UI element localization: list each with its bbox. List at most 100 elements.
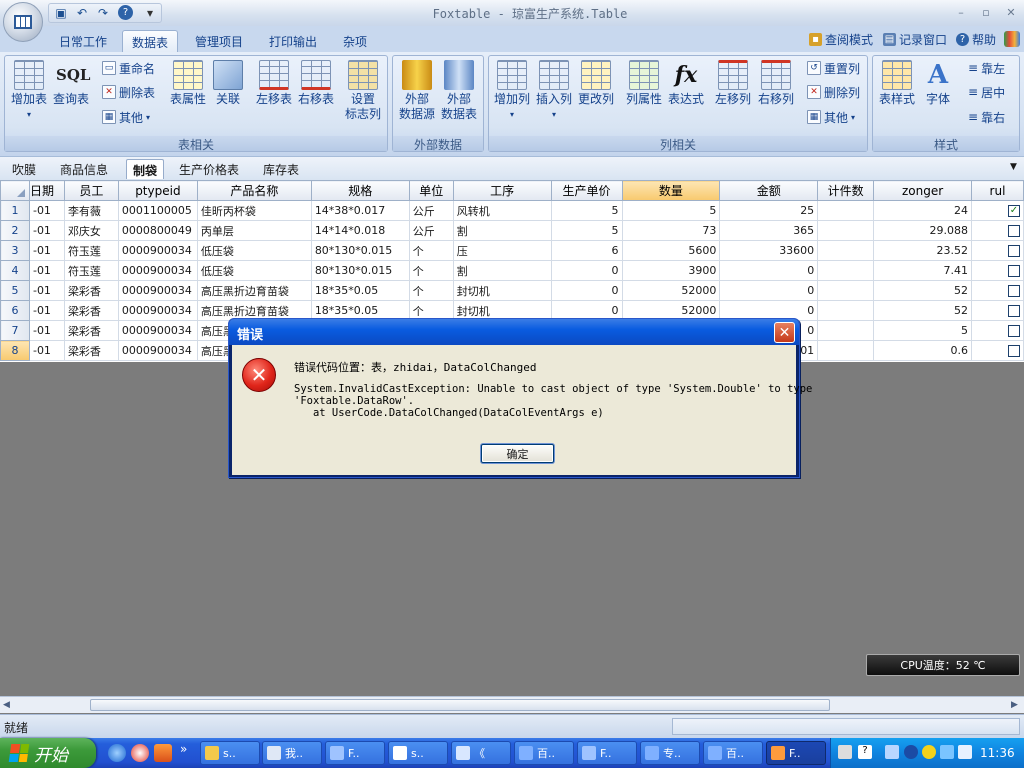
row-number[interactable]: 5 bbox=[0, 280, 30, 301]
align-right-button[interactable]: ≡ 靠右 bbox=[968, 108, 1005, 126]
table-cell[interactable]: 29.088 bbox=[873, 220, 972, 241]
table-cell[interactable]: -01 bbox=[28, 200, 65, 221]
column-header[interactable]: 计件数 bbox=[817, 180, 875, 201]
move-table-right-button[interactable]: 右移表 bbox=[294, 60, 338, 107]
back-icon[interactable] bbox=[904, 745, 918, 759]
row-number[interactable]: 6 bbox=[0, 300, 30, 321]
checkbox-cell[interactable]: ✓ bbox=[970, 200, 1024, 221]
table-cell[interactable]: 公斤 bbox=[408, 200, 454, 221]
table-cell[interactable]: 0000900034 bbox=[117, 300, 198, 321]
table-style-button[interactable]: 表样式 bbox=[875, 60, 919, 107]
table-cell[interactable]: 符玉莲 bbox=[63, 240, 119, 261]
scrollbar-thumb[interactable] bbox=[90, 699, 830, 711]
set-label-column-button[interactable]: 设置 标志列 bbox=[341, 60, 385, 122]
minimize-button[interactable]: – bbox=[950, 3, 972, 21]
checkbox-cell[interactable] bbox=[970, 340, 1024, 361]
row-number[interactable]: 1 bbox=[0, 200, 30, 221]
table-cell[interactable]: 52000 bbox=[621, 280, 721, 301]
table-cell[interactable]: -01 bbox=[28, 320, 65, 341]
table-cell[interactable]: 25 bbox=[719, 200, 819, 221]
restore-button[interactable]: ▫ bbox=[975, 3, 997, 21]
column-header[interactable]: 日期 bbox=[28, 180, 65, 201]
move-column-left-button[interactable]: 左移列 bbox=[711, 60, 755, 107]
network-icon[interactable] bbox=[940, 745, 954, 759]
column-header[interactable]: ptypeid bbox=[117, 180, 198, 201]
table-cell[interactable]: 24 bbox=[873, 200, 972, 221]
row-number[interactable]: 8 bbox=[0, 340, 30, 361]
media-player-icon[interactable] bbox=[131, 744, 149, 762]
undo-icon[interactable]: ↶ bbox=[74, 5, 90, 21]
relation-button[interactable]: 关联 bbox=[206, 60, 250, 107]
table-cell[interactable]: 佳昕丙杯袋 bbox=[196, 200, 312, 221]
table-cell[interactable] bbox=[817, 220, 875, 241]
launch-app-icon[interactable] bbox=[154, 744, 172, 762]
column-header[interactable]: 规格 bbox=[310, 180, 410, 201]
dialog-close-button[interactable]: ✕ bbox=[774, 322, 795, 343]
table-cell[interactable]: 0000900034 bbox=[117, 280, 198, 301]
row-checkbox[interactable]: ✓ bbox=[1008, 205, 1020, 217]
column-header[interactable]: 员工 bbox=[63, 180, 119, 201]
move-table-left-button[interactable]: 左移表 bbox=[252, 60, 296, 107]
app-menu-button[interactable] bbox=[3, 2, 43, 42]
table-row[interactable]: 4 -01 符玉莲 0000900034 低压袋 80*130*0.015 个割 0 3900 0… bbox=[0, 260, 1024, 281]
table-cell[interactable]: 封切机 bbox=[452, 280, 552, 301]
table-cell[interactable]: 梁彩香 bbox=[63, 300, 119, 321]
table-cell[interactable]: 0000900034 bbox=[117, 320, 198, 341]
table-cell[interactable]: 个 bbox=[408, 280, 454, 301]
table-cell[interactable]: 0000900034 bbox=[117, 240, 198, 261]
taskbar-item[interactable]: 《 bbox=[451, 741, 511, 765]
table-cell[interactable]: 压 bbox=[452, 240, 552, 261]
table-cell[interactable]: 梁彩香 bbox=[63, 280, 119, 301]
table-row[interactable]: 1 -01 李有薇 0001100005 佳昕丙杯袋 14*38*0.017 公斤 风转机 5 5… bbox=[0, 200, 1024, 221]
modify-column-button[interactable]: 更改列 bbox=[574, 60, 618, 107]
row-number[interactable]: 2 bbox=[0, 220, 30, 241]
scroll-left-icon[interactable]: ◀ bbox=[3, 700, 10, 710]
table-cell[interactable]: 0.6 bbox=[873, 340, 972, 361]
volume-icon[interactable] bbox=[958, 745, 972, 759]
sheet-list-dropdown-icon[interactable]: ▼ bbox=[1010, 162, 1017, 172]
column-header[interactable]: 单位 bbox=[408, 180, 454, 201]
checkbox-cell[interactable] bbox=[970, 260, 1024, 281]
table-cell[interactable]: 5 bbox=[621, 200, 721, 221]
sheet-tab-stock[interactable]: 库存表 bbox=[257, 159, 305, 179]
add-table-button[interactable]: 增加表 ▾ bbox=[7, 60, 51, 122]
table-cell[interactable]: 低压袋 bbox=[196, 260, 312, 281]
table-cell[interactable] bbox=[817, 200, 875, 221]
table-cell[interactable]: 80*130*0.015 bbox=[310, 240, 410, 261]
checkbox-cell[interactable] bbox=[970, 240, 1024, 261]
other-table-button[interactable]: ▦ 其他 ▾ bbox=[102, 108, 150, 126]
sheet-tab-price[interactable]: 生产价格表 bbox=[173, 159, 245, 179]
sheet-tab-product-info[interactable]: 商品信息 bbox=[54, 159, 114, 179]
taskbar-item[interactable]: 我.. bbox=[262, 741, 322, 765]
help-tray-icon[interactable]: ? bbox=[858, 745, 872, 759]
grid-corner[interactable] bbox=[0, 180, 30, 201]
reset-column-button[interactable]: ↺ 重置列 bbox=[807, 59, 860, 77]
table-cell[interactable]: 23.52 bbox=[873, 240, 972, 261]
checkbox-cell[interactable] bbox=[970, 300, 1024, 321]
table-cell[interactable]: 14*38*0.017 bbox=[310, 200, 410, 221]
table-cell[interactable]: -01 bbox=[28, 300, 65, 321]
table-props-button[interactable]: 表属性 bbox=[166, 60, 210, 107]
table-cell[interactable]: 个 bbox=[408, 260, 454, 281]
table-cell[interactable]: 73 bbox=[621, 220, 721, 241]
table-cell[interactable]: 52 bbox=[873, 280, 972, 301]
table-row[interactable]: 3 -01 符玉莲 0000900034 低压袋 80*130*0.015 个压 6 5600 3… bbox=[0, 240, 1024, 261]
more-launch-icon[interactable]: » bbox=[180, 742, 187, 756]
row-checkbox[interactable] bbox=[1008, 305, 1020, 317]
save-icon[interactable]: ▣ bbox=[53, 5, 69, 21]
taskbar-item[interactable]: s.. bbox=[388, 741, 448, 765]
sheet-tab-blown-film[interactable]: 吹膜 bbox=[6, 159, 42, 179]
table-cell[interactable]: 14*14*0.018 bbox=[310, 220, 410, 241]
table-cell[interactable]: 割 bbox=[452, 220, 552, 241]
tab-manage-project[interactable]: 管理项目 bbox=[186, 30, 252, 52]
table-cell[interactable]: 个 bbox=[408, 240, 454, 261]
record-window-link[interactable]: ▤ 记录窗口 bbox=[883, 31, 947, 48]
table-cell[interactable] bbox=[817, 240, 875, 261]
table-cell[interactable]: -01 bbox=[28, 260, 65, 281]
table-cell[interactable]: 7.41 bbox=[873, 260, 972, 281]
table-cell[interactable] bbox=[817, 280, 875, 301]
table-cell[interactable]: -01 bbox=[28, 220, 65, 241]
horizontal-scrollbar[interactable]: ◀ ▶ bbox=[0, 696, 1024, 713]
table-cell[interactable]: 0000800049 bbox=[117, 220, 198, 241]
row-checkbox[interactable] bbox=[1008, 265, 1020, 277]
